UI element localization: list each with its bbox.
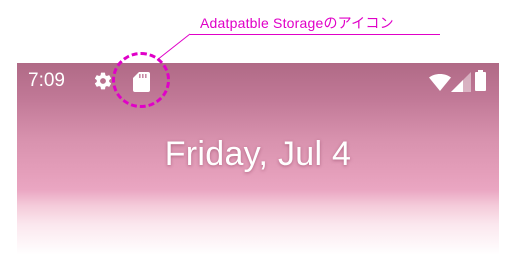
highlight-circle [112,52,170,108]
lockscreen-date: Friday, Jul 4 [164,135,352,173]
gear-icon [94,72,112,90]
status-time: 7:09 [28,70,65,91]
lock-screen: 7:09 Friday, Jul 4 [17,63,499,255]
screenshot-root: 7:09 Friday, Jul 4 Adatpatble Storageのアイ… [0,0,520,274]
wifi-icon [429,74,451,91]
callout-label: Adatpatble Storageのアイコン [200,15,394,31]
signal-icon [451,72,471,92]
callout-underline [190,34,440,35]
status-bar: 7:09 [17,63,499,99]
battery-icon [475,70,486,91]
